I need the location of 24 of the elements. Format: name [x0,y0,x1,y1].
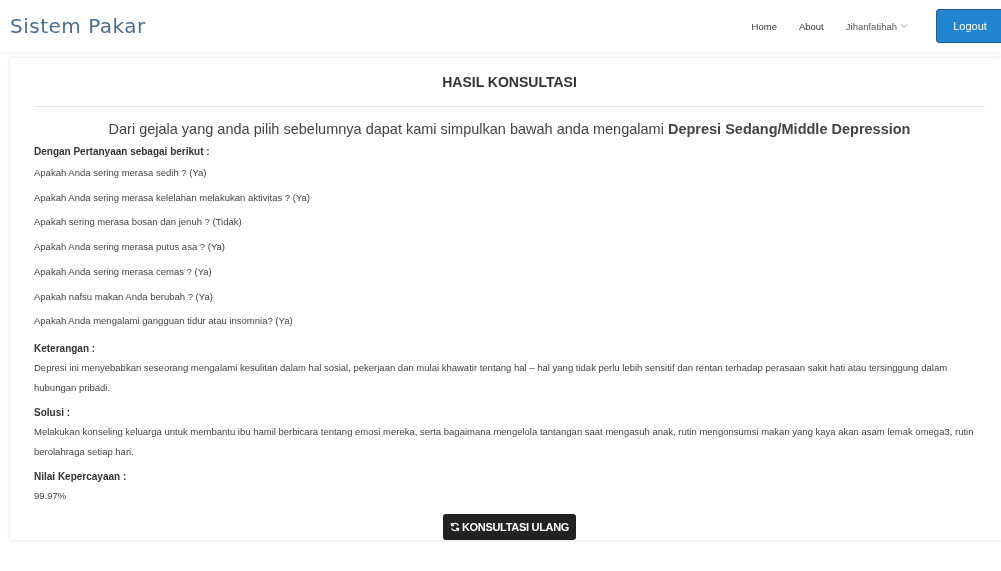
nav-link[interactable]: About [798,20,824,32]
user-dropdown[interactable]: Jihanfatihah [845,20,908,32]
question-answer: Apakah Anda mengalami gangguan tidur atau insomnia? (Ya) [34,314,294,329]
nav-link[interactable]: Home [751,20,777,32]
question-answer: Apakah Anda sering merasa kelelahan melakukan aktivitas ? (Ya) [34,190,311,205]
chevron-icon [900,23,908,29]
question-answer: Apakah sering merasa bosan dan jenuh ? (Tidak) [34,215,243,230]
section-text: Depresi ini menyebabkan seseorang mengalami kesulitan dalam hal sosial, pekerjaan dan mulai khawatir tentang hal – hal yang tidak perlu lebih sensitif dan rentan terhadap perasaan sakit hati atau tersinggung dalam hubungan pribadi. [34,360,949,395]
brand-title[interactable]: Sistem Pakar [10,14,146,38]
result-title: HASIL KONSULTASI [441,74,578,90]
section-heading: Nilai Kepercayaan : [34,469,128,484]
conclusion-text: Dari gejala yang anda pilih sebelumnya dapat kami simpulkan bawah anda mengalami Depresi Sedang/Middle Depression [107,121,912,137]
logout-button[interactable]: Logout [936,9,1001,43]
section-heading: Keterangan : [34,341,97,356]
question-answer: Apakah nafsu makan Anda berubah ? (Ya) [34,289,214,304]
refresh-icon [449,521,460,532]
question-answer: Apakah Anda sering merasa putus asa ? (Ya) [34,240,226,255]
retry-button[interactable]: KONSULTASI ULANG [442,513,577,540]
question-answer: Apakah Anda sering merasa cemas ? (Ya) [34,264,213,279]
section-text: 99.97% [34,488,68,503]
question-answer: Apakah Anda sering merasa sedih ? (Ya) [34,166,208,180]
section-text: Melakukan konseling keluarga untuk membantu ibu hamil berbicara tentang emosi mereka, serta bagaimana mengelola tantangan saat mengasuh anak, rutin mengonsumsi makan yang kaya akan asam lemak omega3, rutin berolahraga setiap hari. [34,424,975,459]
questions-heading: Dengan Pertanyaan sebagai berikut : [34,145,211,159]
section-heading: Solusi : [34,405,72,420]
